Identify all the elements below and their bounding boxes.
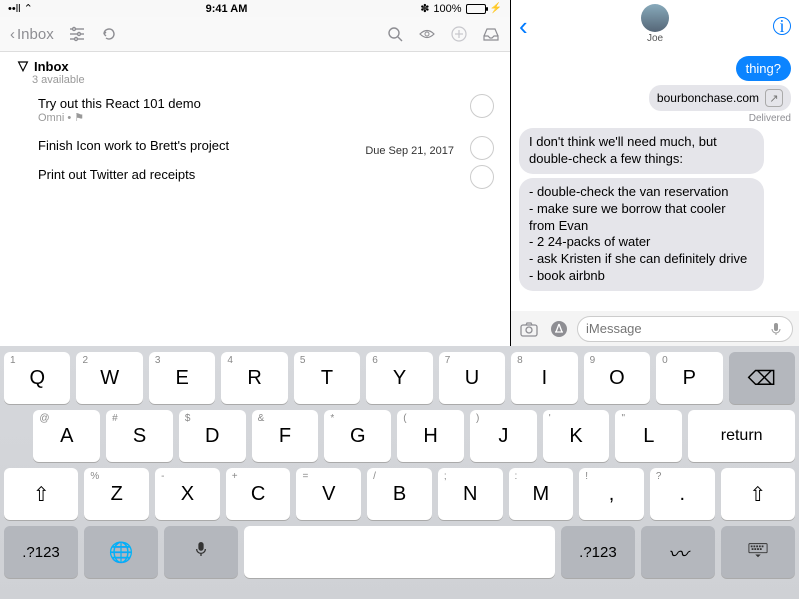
key-Z[interactable]: %Z — [84, 468, 149, 520]
sort-icon[interactable] — [68, 25, 86, 43]
incoming-message: I don't think we'll need much, but doubl… — [519, 128, 764, 174]
key-Q[interactable]: 1Q — [4, 352, 70, 404]
chevron-left-icon: ‹ — [10, 26, 15, 43]
keyboard: 1Q2W3E4R5T6Y7U8I9O0P⌫ @A#S$D&F*G(H)J'K"L… — [0, 346, 799, 599]
key-J[interactable]: )J — [470, 410, 537, 462]
battery-pct: 100% — [433, 3, 461, 15]
delivered-label: Delivered — [749, 113, 791, 124]
toolbar: ‹ Inbox — [0, 17, 510, 52]
avatar — [641, 4, 669, 32]
key-L[interactable]: "L — [615, 410, 682, 462]
key-I[interactable]: 8I — [511, 352, 577, 404]
key-V[interactable]: =V — [296, 468, 361, 520]
contact[interactable]: Joe — [511, 4, 799, 44]
inbox-icon[interactable] — [482, 25, 500, 43]
link-preview[interactable]: bourbonchase.com ↗ — [649, 85, 791, 111]
key-dictation[interactable] — [164, 526, 238, 578]
add-icon[interactable] — [450, 25, 468, 43]
incoming-message: - double-check the van reservation - mak… — [519, 178, 764, 291]
outgoing-message: thing? — [736, 56, 791, 81]
open-link-icon[interactable]: ↗ — [765, 89, 783, 107]
task-due: Due Sep 21, 2017 — [365, 145, 454, 157]
bluetooth-icon: ✽ — [420, 2, 429, 15]
complete-circle[interactable] — [470, 94, 494, 118]
messages-back[interactable]: ‹ — [519, 11, 528, 42]
task-sub: Omni • ⚑ — [38, 111, 498, 124]
clock: 9:41 AM — [33, 3, 420, 15]
key-shift[interactable]: ⇧ — [4, 468, 78, 520]
search-icon[interactable] — [386, 25, 404, 43]
key-W[interactable]: 2W — [76, 352, 142, 404]
link-url: bourbonchase.com — [657, 91, 759, 105]
key-X[interactable]: -X — [155, 468, 220, 520]
key-handwriting[interactable]: 〰 — [641, 526, 715, 578]
key-A[interactable]: @A — [33, 410, 100, 462]
key-N[interactable]: ;N — [438, 468, 503, 520]
info-icon[interactable]: i — [773, 17, 791, 35]
complete-circle[interactable] — [470, 136, 494, 160]
back-label: Inbox — [17, 26, 54, 43]
key-symbols[interactable]: .?123 — [561, 526, 635, 578]
key-S[interactable]: #S — [106, 410, 173, 462]
task-row[interactable]: Try out this React 101 demo Omni • ⚑ — [0, 90, 510, 132]
key-Y[interactable]: 6Y — [366, 352, 432, 404]
key-R[interactable]: 4R — [221, 352, 287, 404]
contact-name: Joe — [511, 33, 799, 44]
task-row[interactable]: Print out Twitter ad receipts — [0, 161, 510, 190]
signal: ••ll ⌃ — [8, 2, 33, 15]
key-U[interactable]: 7U — [439, 352, 505, 404]
key-K[interactable]: 'K — [543, 410, 610, 462]
camera-icon[interactable] — [517, 317, 541, 341]
task-title: Print out Twitter ad receipts — [38, 167, 498, 182]
key-P[interactable]: 0P — [656, 352, 722, 404]
status-bar: ••ll ⌃ 9:41 AM ✽ 100% ⚡ — [0, 0, 510, 17]
key-hide-keyboard[interactable] — [721, 526, 795, 578]
key-M[interactable]: :M — [509, 468, 574, 520]
complete-circle[interactable] — [470, 165, 494, 189]
charging-icon: ⚡ — [490, 3, 502, 14]
message-thread[interactable]: thing? bourbonchase.com ↗ Delivered I do… — [511, 52, 799, 311]
messages-header: ‹ Joe i — [511, 0, 799, 52]
tasks-app: ••ll ⌃ 9:41 AM ✽ 100% ⚡ ‹ Inbox — [0, 0, 511, 346]
key-C[interactable]: +C — [226, 468, 291, 520]
task-list: ▽ Inbox 3 available Try out this React 10… — [0, 52, 510, 346]
appstore-icon[interactable] — [547, 317, 571, 341]
key-shift[interactable]: ⇧ — [721, 468, 795, 520]
mic-icon[interactable] — [768, 321, 784, 337]
key-B[interactable]: /B — [367, 468, 432, 520]
task-title: Try out this React 101 demo — [38, 96, 498, 111]
key-F[interactable]: &F — [252, 410, 319, 462]
back-button[interactable]: ‹ Inbox — [10, 26, 54, 43]
battery-icon — [466, 4, 486, 14]
folder-count: 3 available — [32, 74, 492, 86]
compose-bar — [511, 311, 799, 346]
task-row[interactable]: Finish Icon work to Brett's project Due … — [0, 132, 510, 161]
key-.[interactable]: ?. — [650, 468, 715, 520]
undo-icon[interactable] — [100, 25, 118, 43]
folder-name: Inbox — [34, 59, 69, 74]
message-field[interactable] — [577, 316, 793, 342]
key-,[interactable]: !, — [579, 468, 644, 520]
key-symbols[interactable]: .?123 — [4, 526, 78, 578]
folder-header[interactable]: ▽ Inbox 3 available — [0, 52, 510, 90]
disclosure-icon: ▽ — [18, 58, 28, 74]
message-input[interactable] — [586, 321, 762, 336]
key-return[interactable]: return — [688, 410, 795, 462]
key-O[interactable]: 9O — [584, 352, 650, 404]
key-backspace[interactable]: ⌫ — [729, 352, 795, 404]
messages-app: ‹ Joe i thing? bourbonchase.com ↗ Delive… — [511, 0, 799, 346]
key-H[interactable]: (H — [397, 410, 464, 462]
key-D[interactable]: $D — [179, 410, 246, 462]
view-icon[interactable] — [418, 25, 436, 43]
key-globe[interactable]: 🌐 — [84, 526, 158, 578]
key-T[interactable]: 5T — [294, 352, 360, 404]
key-G[interactable]: *G — [324, 410, 391, 462]
key-space[interactable] — [244, 526, 555, 578]
key-E[interactable]: 3E — [149, 352, 215, 404]
